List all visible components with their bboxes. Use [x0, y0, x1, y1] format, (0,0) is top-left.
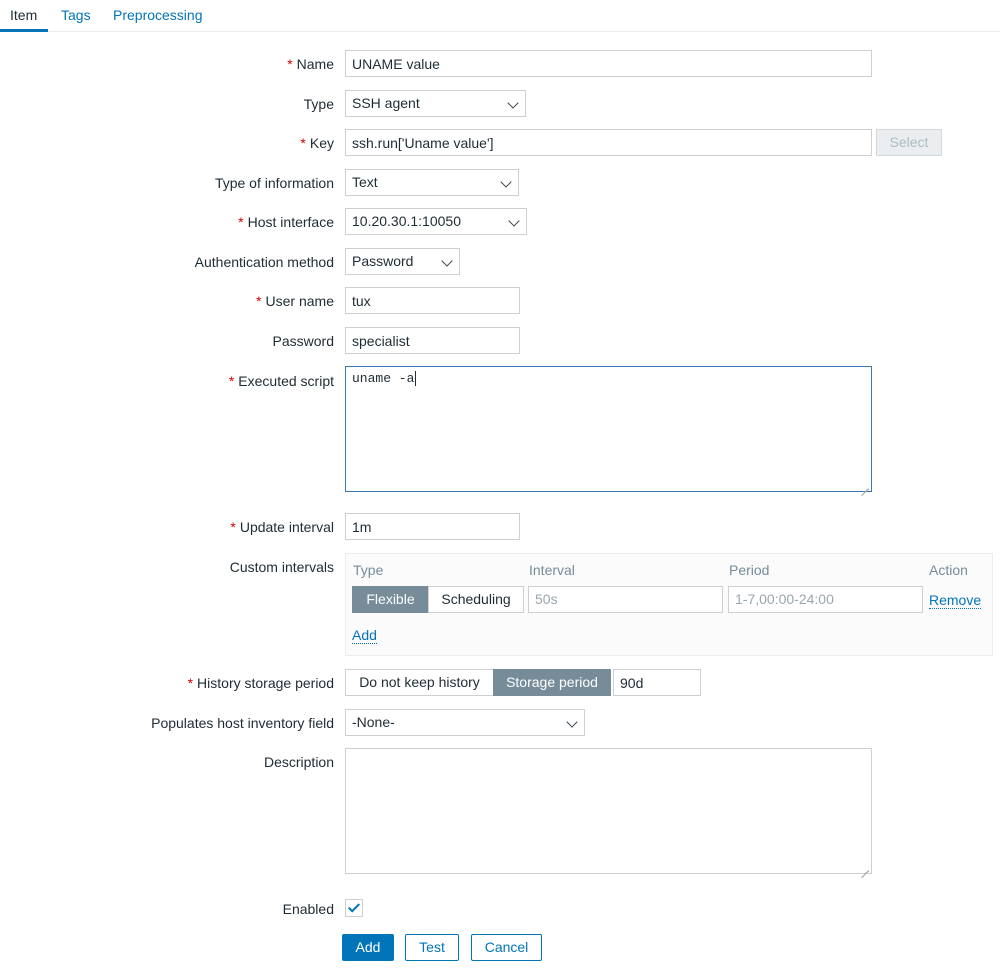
description-label: Description — [263, 754, 334, 770]
name-label: * Name — [287, 56, 334, 72]
tab-bar: Item Tags Preprocessing — [0, 0, 1000, 32]
history-storage-period-button[interactable]: Storage period — [493, 669, 611, 696]
update-interval-input[interactable] — [345, 513, 520, 540]
add-interval-link[interactable]: Add — [352, 627, 377, 644]
key-select-button[interactable]: Select — [876, 129, 942, 156]
history-storage-period-label: * History storage period — [187, 675, 334, 691]
add-button[interactable]: Add — [342, 934, 394, 961]
period-input[interactable]: 1-7,00:00-24:00 — [728, 586, 923, 613]
type-of-information-label: Type of information — [214, 175, 334, 191]
interval-input[interactable]: 50s — [528, 586, 723, 613]
tab-item[interactable]: Item — [0, 5, 49, 32]
chevron-down-icon — [500, 176, 512, 188]
tab-tags[interactable]: Tags — [61, 5, 91, 32]
password-label: Password — [272, 333, 334, 349]
chevron-down-icon — [566, 716, 578, 728]
history-do-not-keep-button[interactable]: Do not keep history — [345, 669, 494, 696]
interval-type-scheduling[interactable]: Scheduling — [428, 586, 524, 613]
chevron-down-icon — [507, 97, 519, 109]
tab-preprocessing[interactable]: Preprocessing — [113, 5, 203, 32]
authentication-method-label: Authentication method — [194, 254, 334, 270]
type-of-information-select[interactable]: Text — [345, 169, 519, 196]
password-input[interactable] — [345, 327, 520, 354]
chevron-down-icon — [441, 255, 453, 267]
column-header-type: Type — [353, 562, 384, 578]
key-label: * Key — [300, 135, 334, 151]
text-cursor — [415, 371, 417, 386]
column-header-action: Action — [929, 562, 968, 578]
type-select[interactable]: SSH agent — [345, 90, 526, 117]
history-storage-period-input[interactable] — [613, 669, 701, 696]
key-input[interactable] — [345, 129, 872, 156]
executed-script-label: * Executed script — [228, 373, 334, 389]
type-label: Type — [303, 96, 334, 112]
enabled-checkbox[interactable] — [345, 899, 363, 917]
test-button[interactable]: Test — [405, 934, 459, 961]
name-input[interactable] — [345, 50, 872, 77]
user-name-label: * User name — [256, 293, 334, 309]
description-textarea[interactable] — [345, 748, 872, 874]
required-mark: * — [287, 56, 293, 72]
enabled-label: Enabled — [282, 901, 334, 917]
interval-type-flexible[interactable]: Flexible — [352, 586, 429, 613]
executed-script-textarea[interactable]: uname -a — [345, 366, 872, 492]
checkmark-icon — [347, 900, 361, 913]
custom-intervals-label: Custom intervals — [229, 559, 334, 575]
column-header-interval: Interval — [529, 562, 575, 578]
column-header-period: Period — [729, 562, 770, 578]
host-interface-select[interactable]: 10.20.30.1:10050 — [345, 208, 527, 235]
cancel-button[interactable]: Cancel — [471, 934, 542, 961]
custom-intervals-table: Type Interval Period Action Flexible Sch… — [345, 553, 993, 656]
inventory-field-label: Populates host inventory field — [151, 715, 334, 731]
resize-grip-icon[interactable] — [861, 481, 869, 489]
chevron-down-icon — [508, 215, 520, 227]
resize-grip-icon[interactable] — [861, 863, 869, 871]
remove-interval-link[interactable]: Remove — [929, 592, 982, 609]
host-interface-label: * Host interface — [238, 214, 334, 230]
user-name-input[interactable] — [345, 287, 520, 314]
update-interval-label: * Update interval — [230, 519, 334, 535]
inventory-field-select[interactable]: -None- — [345, 709, 585, 736]
authentication-method-select[interactable]: Password — [345, 248, 460, 275]
